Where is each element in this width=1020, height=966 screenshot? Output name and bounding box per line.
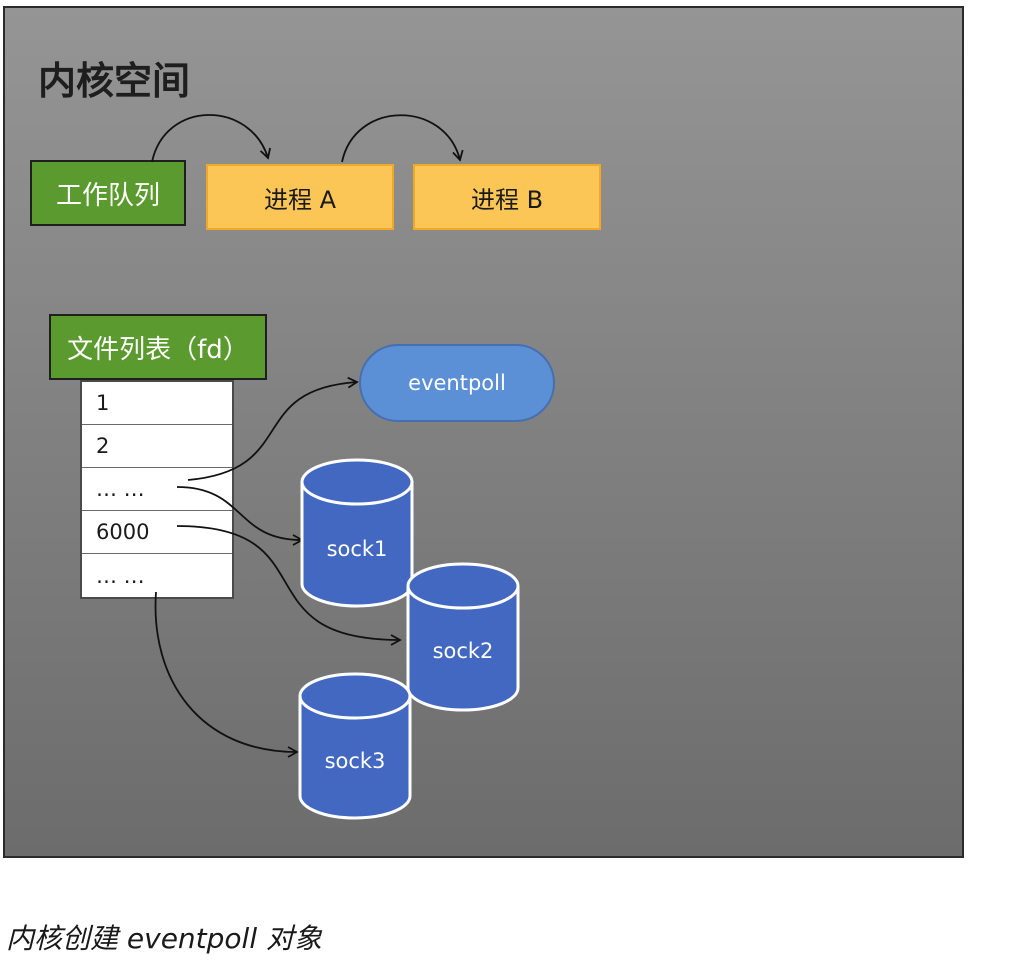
sock1-cylinder: sock1 [300,458,414,608]
sock3-cylinder: sock3 [298,672,412,820]
figure-caption: 内核创建 eventpoll 对象 [6,922,323,955]
diagram-overlay: sock1 sock2 sock3 [151,114,520,820]
sock3-label: sock3 [325,749,386,773]
arrow-fd-to-sock1 [176,486,304,546]
sock2-label: sock2 [433,639,494,663]
sock1-label: sock1 [327,537,388,561]
arrow-fd-to-sock3 [154,591,299,758]
sock2-cylinder: sock2 [406,562,520,712]
arrow-process-a-to-b [341,114,464,163]
arrow-queue-to-process-a [151,114,271,163]
